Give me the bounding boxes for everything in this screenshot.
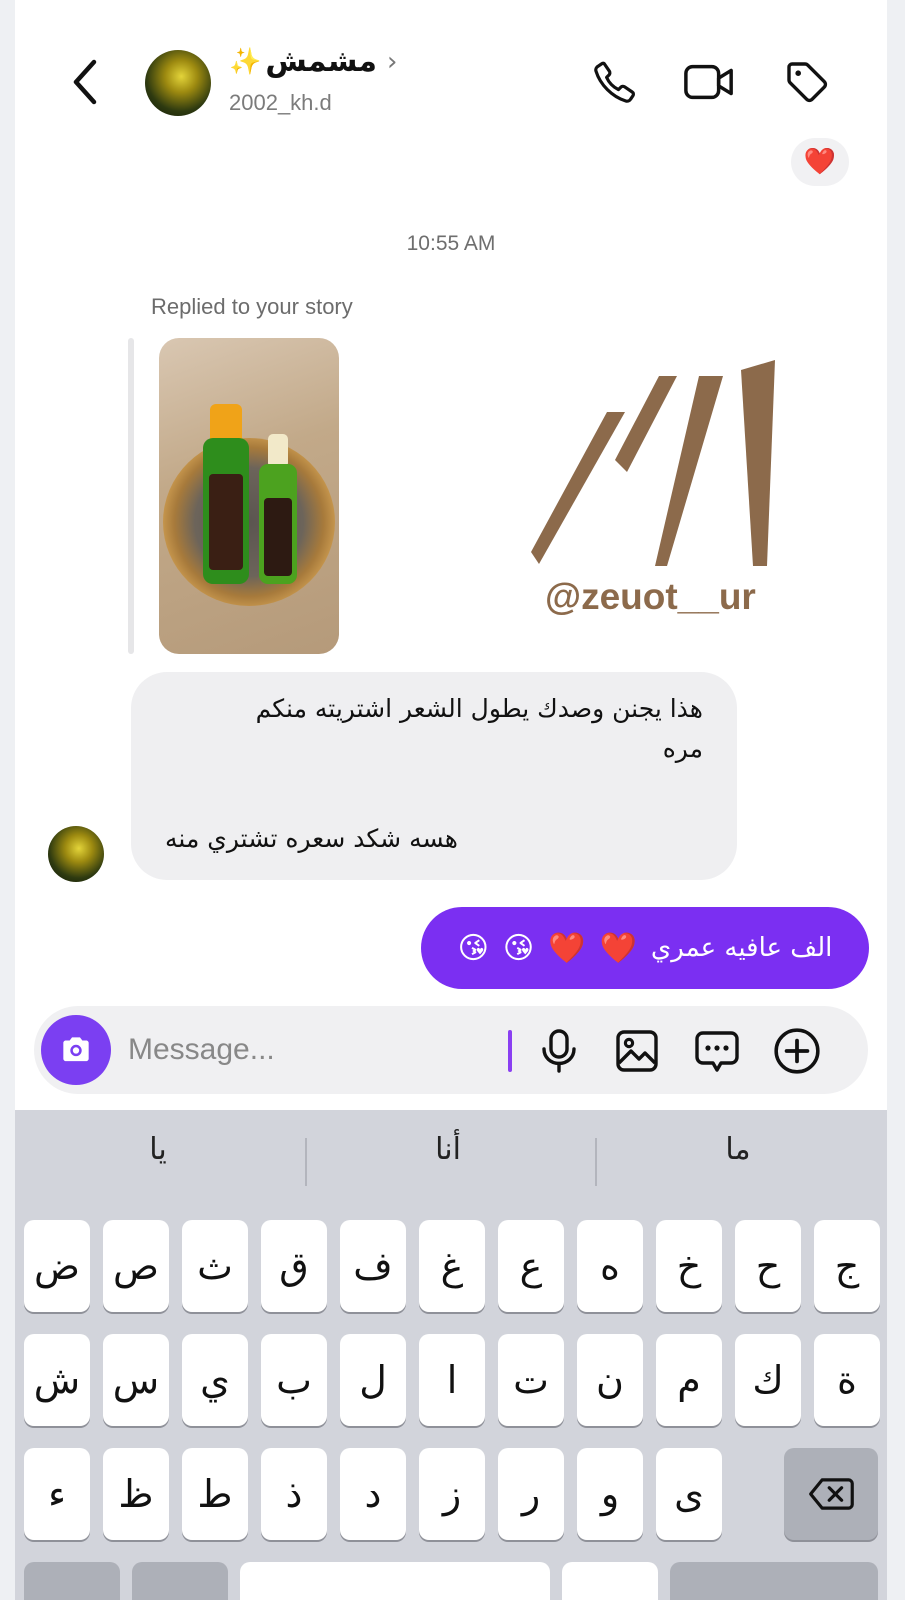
quick-reply-button[interactable] — [690, 1024, 744, 1078]
voice-call-button[interactable] — [589, 56, 641, 108]
sparkle-emoji: ✨ — [229, 46, 262, 77]
back-button[interactable] — [65, 56, 105, 108]
key[interactable]: ض — [24, 1220, 90, 1312]
chat-header: ✨ مشمش › 2002_kh.d — [15, 0, 887, 140]
contact-handle: 2002_kh.d — [229, 90, 332, 115]
kiss-emoji: 😘 — [457, 930, 489, 966]
key[interactable]: غ — [419, 1220, 485, 1312]
outgoing-message-text: الف عافيه عمري — [650, 933, 833, 963]
sender-avatar[interactable] — [48, 826, 104, 882]
key[interactable]: ي — [182, 1334, 248, 1426]
message-timestamp: 10:55 AM — [406, 232, 496, 255]
key[interactable]: ح — [735, 1220, 801, 1312]
key[interactable]: ع — [498, 1220, 564, 1312]
key[interactable]: ر — [498, 1448, 564, 1540]
key[interactable]: ه — [577, 1220, 643, 1312]
key[interactable]: خ — [656, 1220, 722, 1312]
backspace-icon — [809, 1478, 854, 1510]
incoming-message-line-2: مره — [662, 734, 703, 763]
key[interactable]: ة — [814, 1334, 880, 1426]
reply-indicator-bar — [128, 338, 134, 654]
message-composer — [34, 1006, 868, 1094]
key[interactable]: ى — [656, 1448, 722, 1540]
key[interactable]: ص — [103, 1220, 169, 1312]
key[interactable]: ط — [182, 1448, 248, 1540]
key[interactable]: ك — [735, 1334, 801, 1426]
chevron-left-icon — [73, 59, 97, 105]
key[interactable]: و — [577, 1448, 643, 1540]
key[interactable]: ش — [24, 1334, 90, 1426]
basket-graphic — [163, 438, 335, 606]
key[interactable]: ث — [182, 1220, 248, 1312]
outgoing-message-bubble[interactable]: 😘 😘 ❤️ ❤️ الف عافيه عمري — [421, 907, 869, 989]
chat-screen: ✨ مشمش › 2002_kh.d ❤️ 10:55 AM Replied t… — [15, 0, 887, 1600]
key[interactable]: ا — [419, 1334, 485, 1426]
space-key[interactable] — [240, 1562, 550, 1600]
suggestion-bar: يا أنا ما — [15, 1110, 887, 1196]
arabic-keyboard: يا أنا ما ض ص ث ق ف غ ع ه خ ح ج ش س ي ب … — [15, 1110, 887, 1600]
suggestion-2[interactable]: أنا — [313, 1132, 583, 1167]
key[interactable]: م — [656, 1334, 722, 1426]
story-thumbnail[interactable] — [159, 338, 339, 654]
suggestion-3[interactable]: ما — [603, 1132, 873, 1167]
contact-avatar[interactable] — [145, 50, 211, 116]
camera-icon — [63, 1037, 89, 1062]
incoming-message-line-3: هسه شكد سعره تشتري منه — [165, 824, 458, 853]
plus-circle-icon — [774, 1028, 820, 1074]
key[interactable]: ن — [577, 1334, 643, 1426]
tag-icon — [787, 62, 828, 103]
key[interactable]: ج — [814, 1220, 880, 1312]
video-call-button[interactable] — [683, 56, 735, 108]
text-cursor — [508, 1030, 512, 1072]
incoming-message-line-1: هذا يجنن وصدك يطول الشعر اشتريته منكم — [255, 694, 703, 723]
heart-reaction[interactable]: ❤️ — [791, 138, 849, 186]
voice-message-button[interactable] — [532, 1024, 586, 1078]
suggestion-1[interactable]: يا — [23, 1132, 293, 1167]
contact-name-row[interactable]: ✨ مشمش › — [229, 44, 397, 79]
backspace-key[interactable] — [784, 1448, 878, 1540]
replied-to-story-label: Replied to your story — [151, 294, 353, 319]
video-camera-icon — [684, 64, 733, 100]
camera-button[interactable] — [41, 1015, 111, 1085]
key[interactable]: ء — [24, 1448, 90, 1540]
numbers-key[interactable] — [24, 1562, 120, 1600]
key[interactable]: ذ — [261, 1448, 327, 1540]
key[interactable]: ف — [340, 1220, 406, 1312]
more-options-button[interactable] — [770, 1024, 824, 1078]
diacritic-key[interactable] — [562, 1562, 658, 1600]
heart-emoji: ❤️ — [599, 930, 637, 966]
image-icon — [616, 1030, 658, 1072]
return-key[interactable] — [670, 1562, 878, 1600]
chat-bubble-dots-icon — [695, 1031, 739, 1072]
contact-name: مشمش — [265, 44, 377, 79]
chevron-right-icon: › — [387, 46, 398, 77]
key[interactable]: ل — [340, 1334, 406, 1426]
brand-handle: @zeuot__ur — [545, 576, 756, 617]
key[interactable]: ب — [261, 1334, 327, 1426]
heart-emoji: ❤️ — [548, 930, 586, 966]
key[interactable]: ز — [419, 1448, 485, 1540]
microphone-icon — [542, 1029, 576, 1073]
phone-icon — [594, 61, 636, 103]
key[interactable]: ظ — [103, 1448, 169, 1540]
key[interactable]: ق — [261, 1220, 327, 1312]
kiss-emoji: 😘 — [502, 930, 535, 966]
suggestion-divider — [595, 1138, 597, 1186]
key[interactable]: س — [103, 1334, 169, 1426]
key[interactable]: د — [340, 1448, 406, 1540]
shampoo-bottle-graphic — [203, 404, 249, 584]
message-input[interactable] — [128, 1028, 508, 1072]
emoji-key[interactable] — [132, 1562, 228, 1600]
incoming-message-bubble[interactable]: هذا يجنن وصدك يطول الشعر اشتريته منكم مر… — [131, 672, 737, 880]
gallery-button[interactable] — [610, 1024, 664, 1078]
suggestion-divider — [305, 1138, 307, 1186]
oil-bottle-graphic — [259, 434, 297, 584]
tag-button[interactable] — [781, 56, 833, 108]
key[interactable]: ت — [498, 1334, 564, 1426]
